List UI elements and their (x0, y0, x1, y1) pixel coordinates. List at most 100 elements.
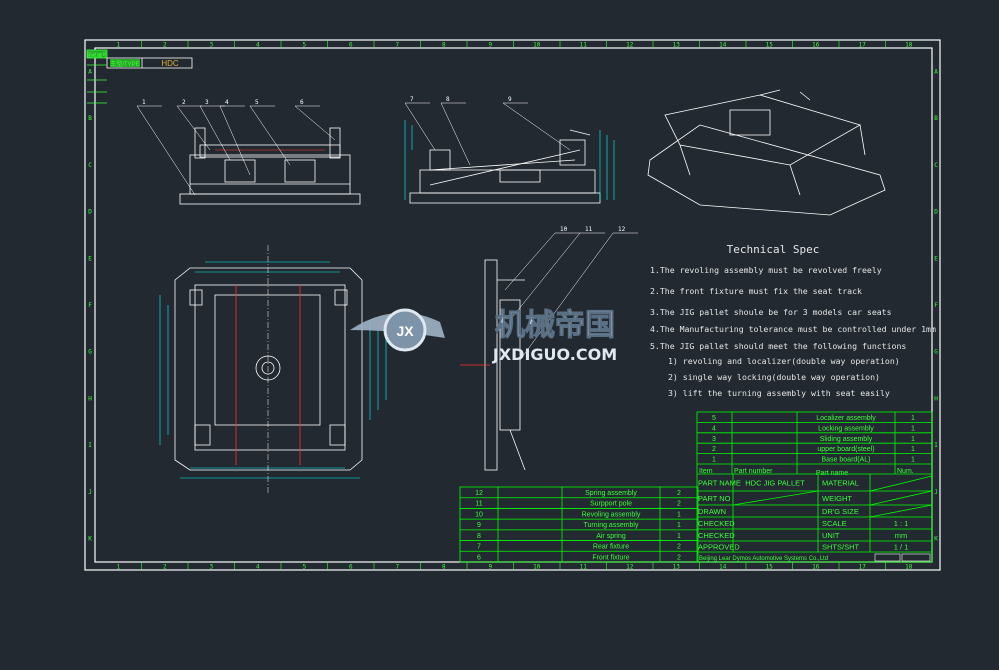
parts-item: 3 (712, 436, 716, 443)
leader-line (509, 232, 581, 321)
parts-num: 1 (911, 415, 915, 422)
title-label: SCALE (822, 519, 847, 528)
parts-name: Localizer assembly (816, 415, 876, 422)
column-label-bottom: 8 (442, 564, 446, 571)
parts-item: 11 (475, 501, 482, 508)
front-view[interactable] (179, 127, 361, 205)
balloon-number: 7 (410, 96, 414, 103)
row-label-right: H (934, 395, 938, 402)
row-label-left: F (88, 302, 92, 309)
parts-list-lower (459, 486, 699, 563)
empty-cell-slash (732, 490, 819, 506)
parts-name: Locking assembly (818, 425, 874, 432)
row-label-left: A (88, 68, 92, 75)
parts-num: 2 (677, 490, 681, 497)
column-label-bottom: 3 (209, 564, 213, 571)
parts-name: Base board(AL) (821, 457, 870, 464)
spec-item: 5.The JIG pallet should meet the followi… (650, 341, 906, 351)
parts-item: 5 (712, 415, 716, 422)
parts-item: 4 (712, 425, 716, 432)
column-label-bottom: 10 (533, 564, 541, 571)
parts-num: 2 (677, 554, 681, 561)
parts-name: Sliding assembly (820, 436, 873, 443)
column-label-bottom: 9 (488, 564, 492, 571)
leader-line (294, 105, 336, 141)
column-label-bottom: 11 (580, 564, 588, 571)
corner-label: 图纸编号 (87, 52, 107, 59)
column-label-top: 4 (256, 42, 260, 49)
title-label: CHECKED (698, 531, 735, 540)
parts-item: 8 (477, 533, 481, 540)
row-label-right: A (934, 68, 938, 75)
balloon-number: 12 (618, 226, 626, 233)
logo-en: JXDIGUO.COM (492, 345, 617, 364)
parts-name: Front fixture (592, 554, 629, 561)
balloon-number: 5 (255, 99, 259, 106)
parts-num: 2 (677, 501, 681, 508)
parts-name: Turning assembly (584, 522, 639, 529)
leader-line (136, 105, 196, 196)
balloon-number: 2 (182, 99, 186, 106)
column-label-top: 16 (812, 42, 820, 49)
title-label: PART NAME (698, 479, 741, 488)
balloon-number: 1 (142, 99, 146, 106)
title-value: HDC JIG PALLET (745, 479, 805, 488)
stamp-box (874, 553, 901, 562)
parts-item: 12 (475, 490, 483, 497)
title-label: DR'G SIZE (822, 507, 859, 516)
side-view-dimensions (404, 120, 615, 200)
column-label-top: 18 (905, 42, 913, 49)
leader-line (404, 102, 436, 151)
isometric-view[interactable] (647, 89, 886, 216)
column-label-top: 12 (626, 42, 634, 49)
leader-line (502, 102, 571, 151)
balloon-number: 6 (300, 99, 304, 106)
column-label-top: 3 (209, 42, 213, 49)
row-label-right: B (934, 115, 938, 122)
column-label-top: 2 (163, 42, 167, 49)
row-label-right: C (934, 162, 938, 169)
top-view-dimensions (159, 261, 387, 479)
parts-name: Rear fixture (593, 544, 629, 551)
parts-num: 1 (911, 436, 915, 443)
spec-item: 2.The front fixture must fix the seat tr… (650, 286, 862, 296)
column-label-bottom: 13 (673, 564, 681, 571)
title-label: DRAWN (698, 507, 726, 516)
column-label-top: 14 (719, 42, 727, 49)
row-label-right: J (934, 489, 938, 496)
spec-subitem: 3) lift the turning assembly with seat e… (668, 388, 890, 398)
title-label: APPROVED (698, 543, 740, 552)
parts-num: 1 (677, 533, 681, 540)
title-label: PART NO (698, 494, 731, 503)
row-label-left: C (88, 162, 92, 169)
balloon-number: 3 (205, 99, 209, 106)
column-label-top: 9 (488, 42, 492, 49)
leader-line (219, 105, 251, 176)
spec-item: 1.The revoling assembly must be revolved… (650, 265, 882, 275)
row-label-right: D (934, 209, 938, 216)
spec-item: 3.The JIG pallet shoule be for 3 models … (650, 307, 892, 317)
column-label-bottom: 2 (163, 564, 167, 571)
title-label: WEIGHT (822, 494, 852, 503)
spec-subitem: 1) revoling and localizer(double way ope… (668, 356, 900, 366)
parts-num: 2 (677, 544, 681, 551)
cad-drawing-sheet[interactable]: 1122334455667788991010111112121313141415… (0, 0, 999, 670)
parts-item: 10 (475, 511, 483, 518)
leader-line (504, 232, 556, 291)
column-label-top: 5 (302, 42, 306, 49)
parts-item: 9 (477, 522, 481, 529)
side-view[interactable] (409, 129, 601, 204)
row-label-left: I (88, 442, 92, 449)
row-label-right: E (934, 255, 938, 262)
parts-and-title-block: 12 Spring assembly 211 Surpport pole 210 Revo… (459, 411, 933, 563)
empty-cell-slash (869, 490, 933, 506)
section-view[interactable] (460, 259, 526, 471)
balloon-number: 8 (446, 96, 450, 103)
top-view[interactable] (174, 267, 363, 471)
row-label-left: K (88, 536, 92, 543)
leader-line (199, 105, 231, 161)
title-value: 1 : 1 (894, 519, 909, 528)
watermark-logo: JX 机械帝国 JXDIGUO.COM (350, 308, 617, 364)
leader-line (440, 102, 471, 166)
empty-cell-slash (869, 475, 933, 492)
